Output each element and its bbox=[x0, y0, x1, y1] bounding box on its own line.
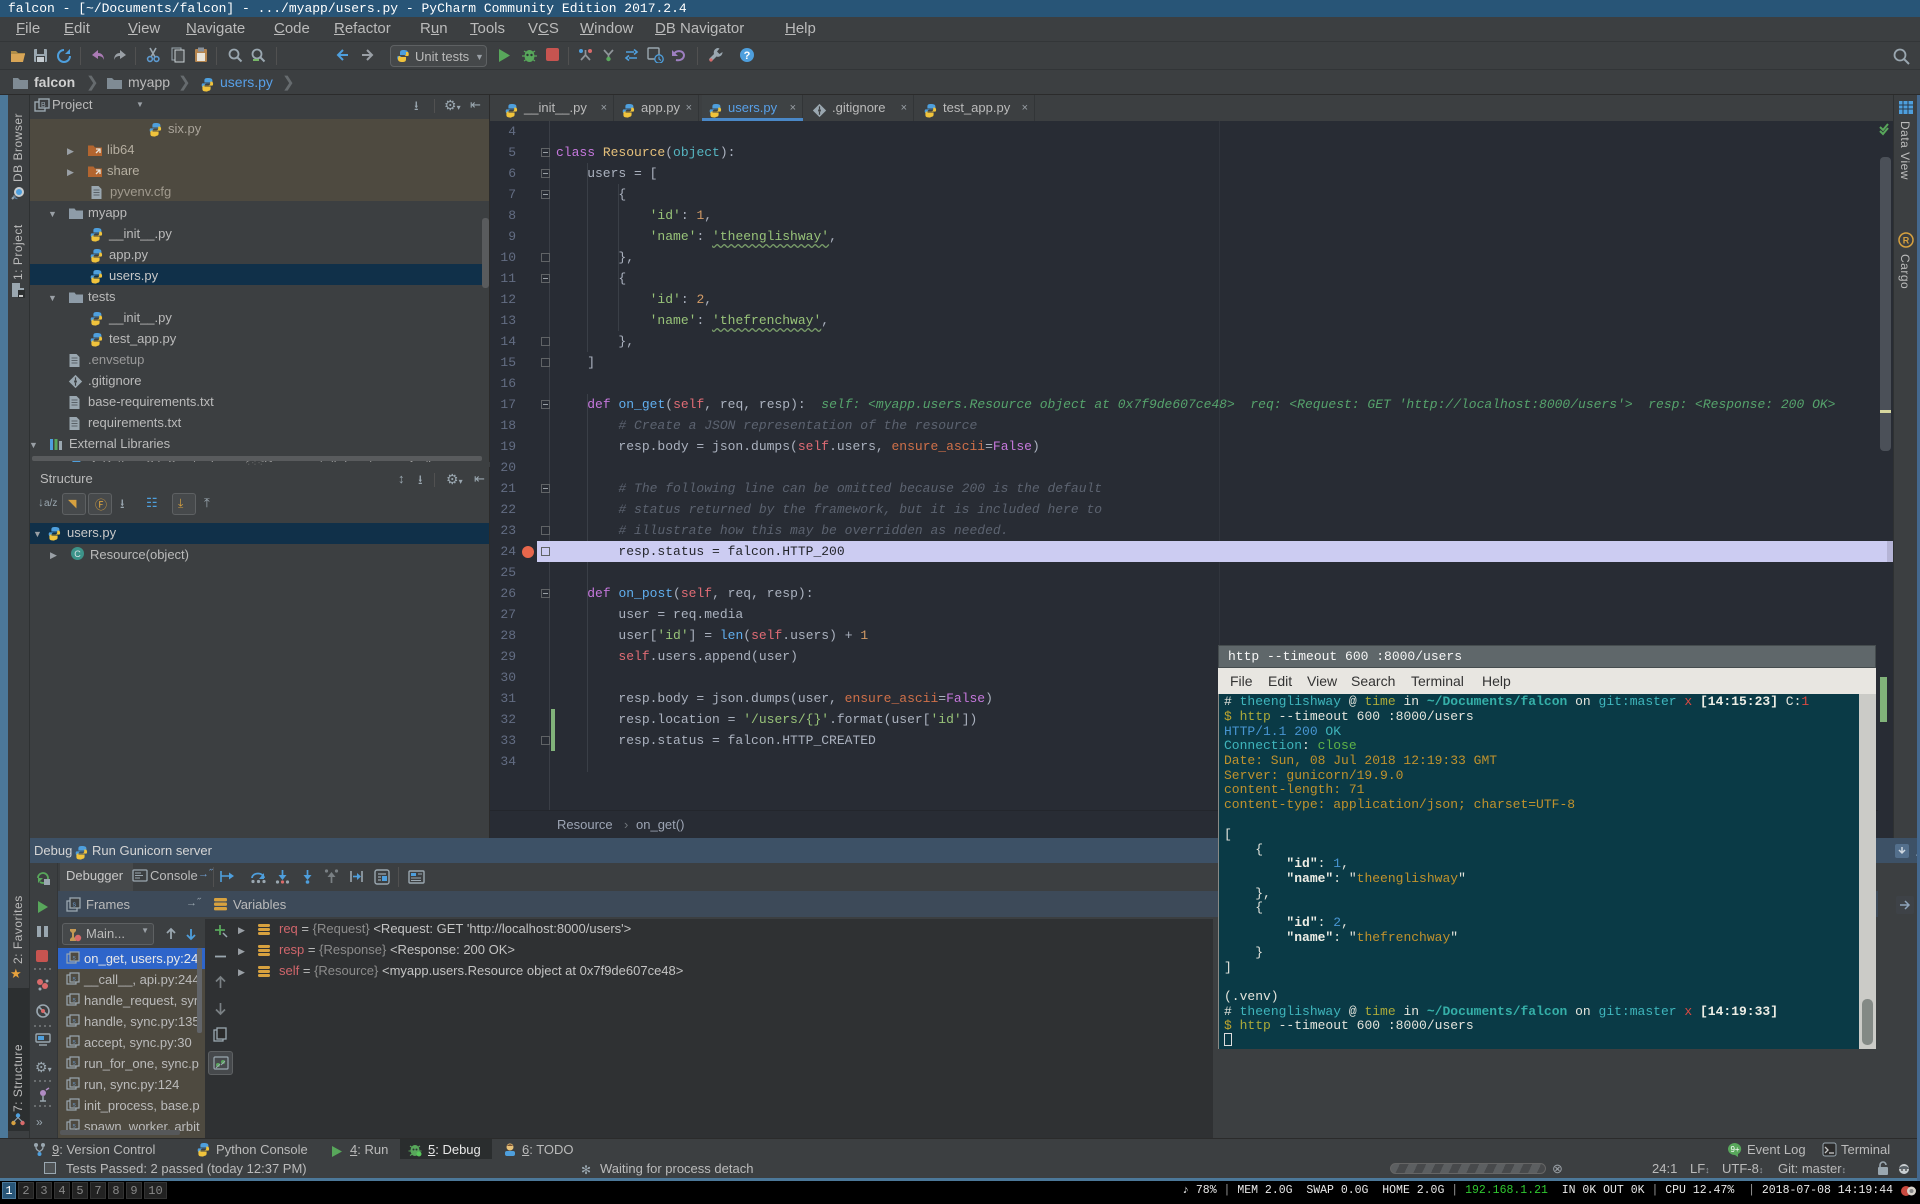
svg-text:C: C bbox=[74, 549, 81, 559]
svg-text:R: R bbox=[1903, 236, 1910, 246]
svg-text:?: ? bbox=[744, 50, 751, 62]
svg-text:B: B bbox=[41, 102, 46, 109]
svg-text:9+: 9+ bbox=[1730, 1145, 1739, 1154]
svg-text:s: s bbox=[73, 902, 77, 909]
